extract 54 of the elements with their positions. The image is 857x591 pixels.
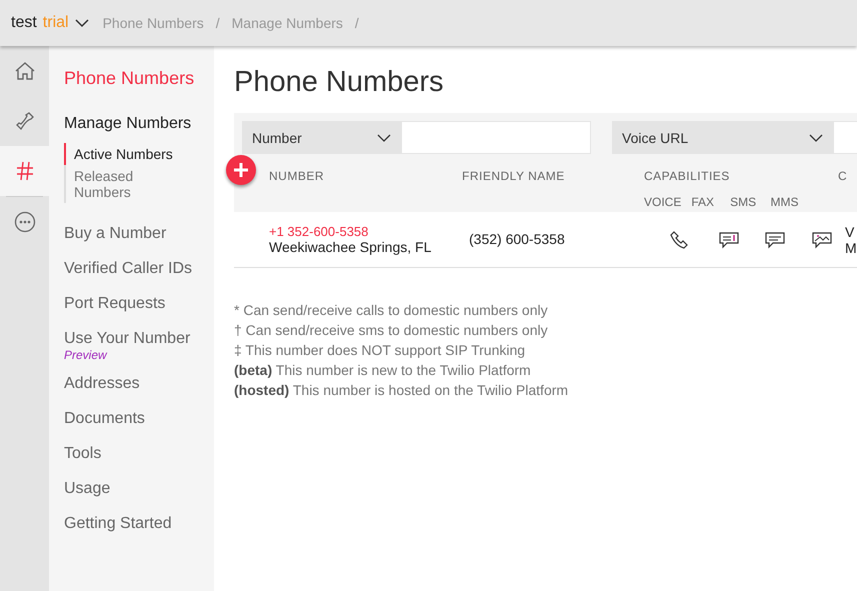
phone-icon bbox=[670, 230, 688, 248]
home-icon bbox=[14, 61, 36, 81]
chevron-down-icon bbox=[377, 134, 391, 142]
image-message-icon bbox=[812, 230, 832, 248]
chevron-down-icon bbox=[74, 18, 89, 28]
location-text: Weekiwachee Springs, FL bbox=[269, 239, 432, 255]
sidebar-item[interactable]: Documents bbox=[64, 402, 214, 437]
account-plan: trial bbox=[42, 14, 69, 32]
column-header: NUMBER bbox=[269, 169, 326, 183]
column-subheader: FAX bbox=[691, 195, 714, 209]
sidebar-section[interactable]: Manage Numbers bbox=[64, 115, 214, 133]
footnote: * Can send/receive calls to domestic numbers only bbox=[234, 301, 549, 320]
sidebar-subitem[interactable]: Released Numbers bbox=[64, 165, 190, 203]
hash-icon bbox=[16, 161, 34, 181]
column-header: C bbox=[838, 169, 848, 183]
column-header: CAPABILITIES bbox=[644, 169, 731, 183]
sidebar-item[interactable]: Addresses bbox=[64, 367, 214, 402]
sidebar-item[interactable]: Getting Started bbox=[64, 507, 214, 542]
chevron-down-icon bbox=[809, 134, 823, 142]
footnote: † Can send/receive sms to domestic numbers only bbox=[234, 321, 549, 340]
footnote: (hosted) This number is hosted on the Twilio Platform bbox=[234, 381, 570, 400]
sidebar-item[interactable]: Port Requests bbox=[64, 287, 214, 322]
sidebar-item[interactable]: Usage bbox=[64, 472, 214, 507]
sidebar-item[interactable]: Tools bbox=[64, 437, 214, 472]
sidebar-item[interactable]: Verified Caller IDs bbox=[64, 252, 214, 287]
footnote: ‡ This number does NOT support SIP Trunking bbox=[234, 341, 526, 360]
account-name: test bbox=[11, 14, 37, 32]
sidebar-title: Phone Numbers bbox=[64, 68, 196, 89]
footnote: (beta) This number is new to the Twilio Platform bbox=[234, 361, 532, 380]
breadcrumb-separator: / bbox=[216, 15, 220, 31]
phone-icon bbox=[14, 111, 34, 131]
preview-label: Preview bbox=[64, 348, 108, 362]
chat-icon bbox=[764, 230, 784, 248]
phone-number-link[interactable]: +1 352-600-5358 bbox=[269, 224, 469, 239]
page-title: Phone Numbers bbox=[234, 66, 445, 99]
filter-input[interactable] bbox=[401, 121, 591, 154]
field-dropdown[interactable]: Voice URL bbox=[612, 121, 833, 154]
sidebar-item[interactable]: Use Your Number bbox=[64, 330, 214, 348]
column-subheader: MMS bbox=[770, 195, 799, 209]
field-dropdown[interactable]: Number bbox=[242, 121, 401, 154]
column-subheader: VOICE bbox=[644, 195, 682, 209]
add-button[interactable] bbox=[226, 155, 256, 185]
column-subheader: SMS bbox=[730, 195, 756, 209]
friendly-name: (352) 600-5358 bbox=[469, 230, 565, 246]
fax-message-icon bbox=[718, 230, 738, 248]
breadcrumb-separator: / bbox=[354, 15, 359, 31]
sidebar-subitem[interactable]: Active Numbers bbox=[64, 143, 190, 165]
table-cell-text: V bbox=[845, 224, 856, 240]
table-cell: M bbox=[845, 240, 857, 256]
sidebar-item[interactable]: Buy a Number bbox=[64, 217, 214, 252]
more-icon bbox=[14, 211, 36, 233]
column-header: FRIENDLY NAME bbox=[462, 169, 566, 183]
plus-icon bbox=[233, 162, 249, 178]
account-switcher[interactable]: test trial bbox=[11, 14, 89, 32]
